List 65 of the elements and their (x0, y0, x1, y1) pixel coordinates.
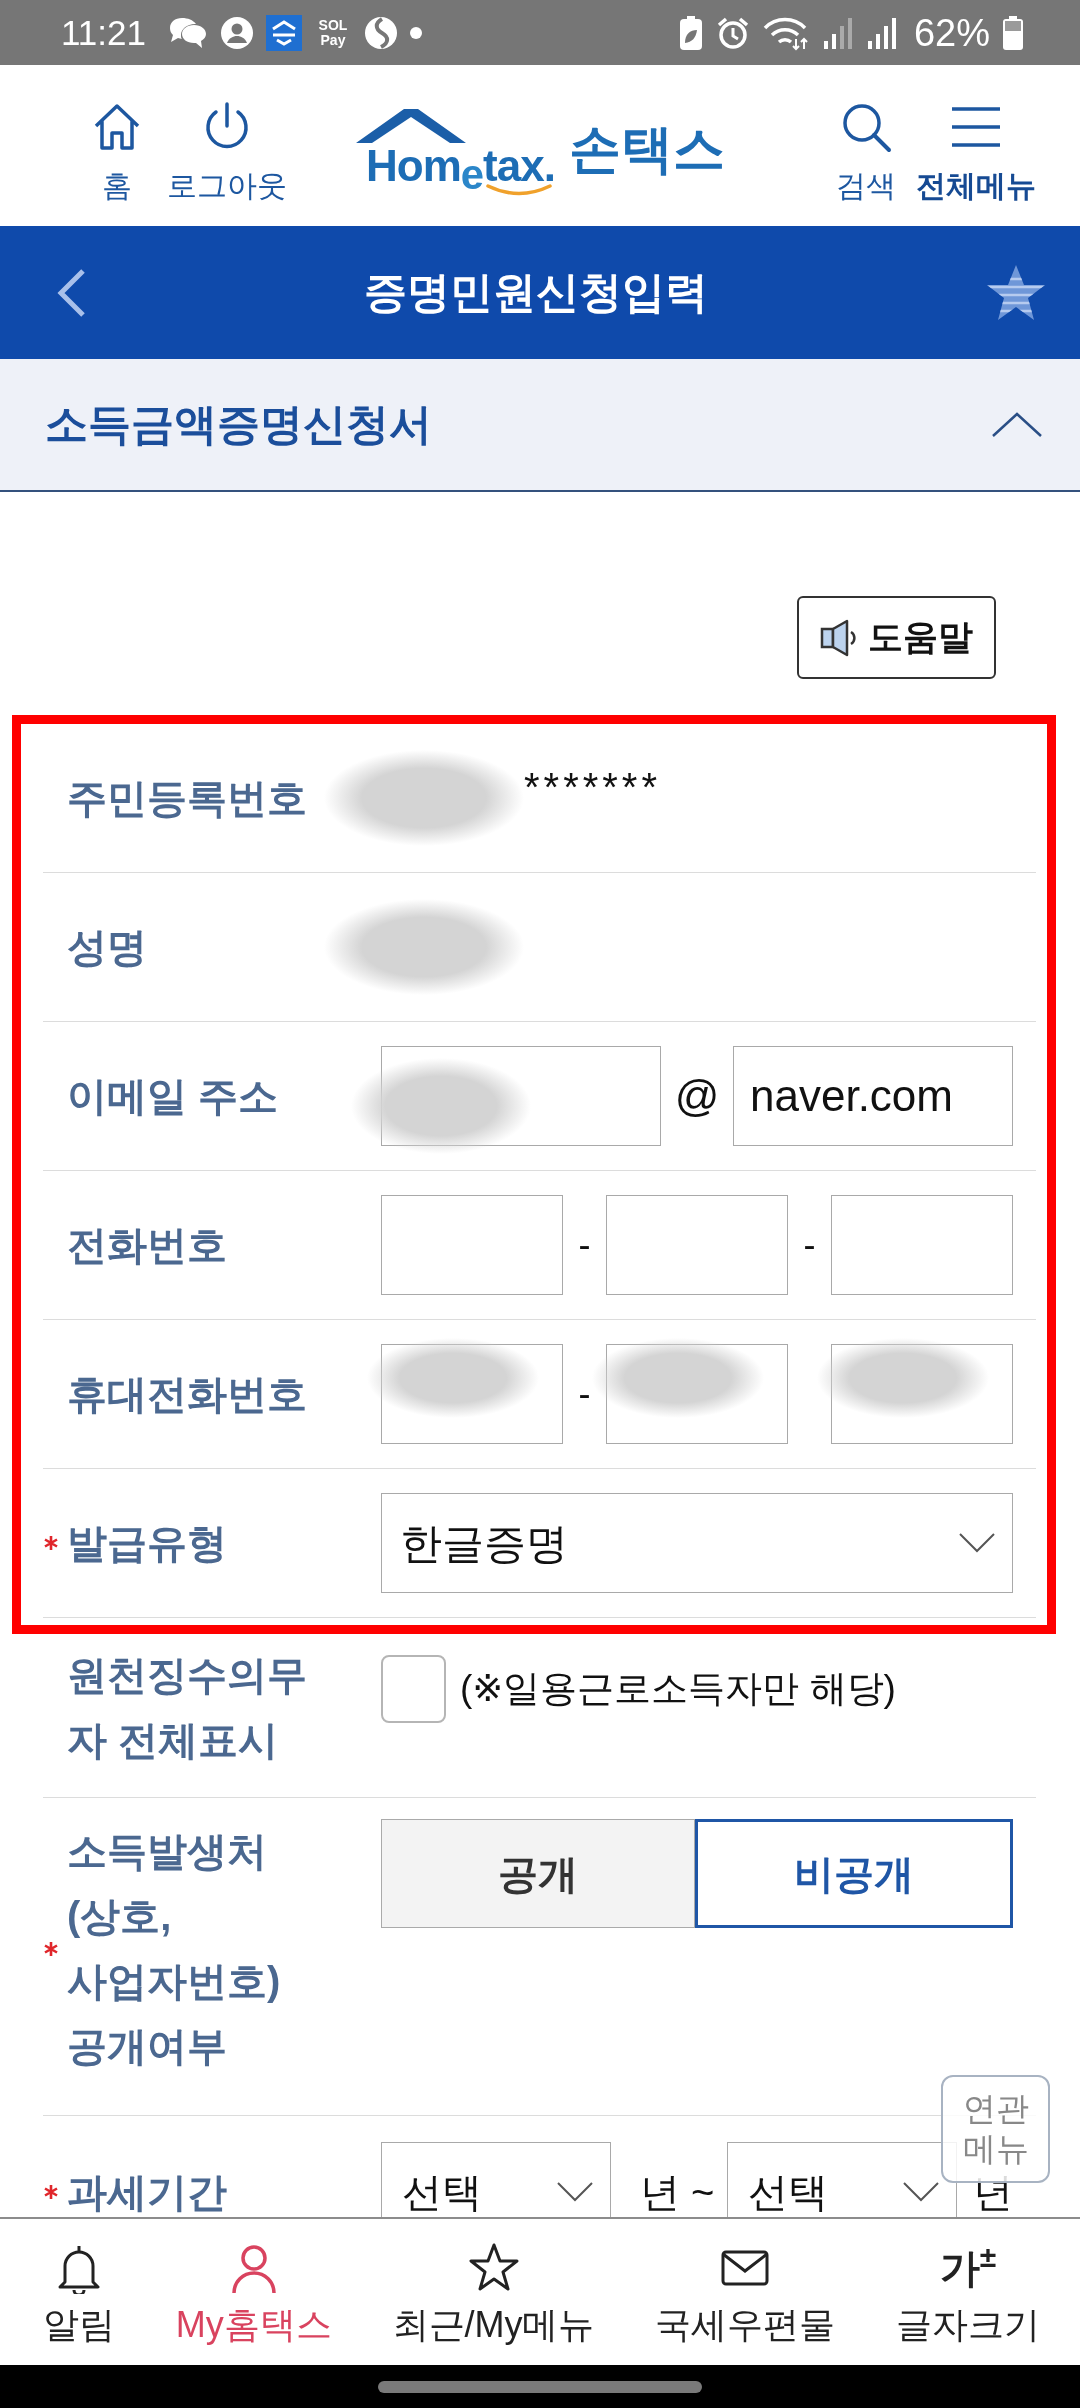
dash-separator: - (802, 1223, 817, 1267)
phone-number-field[interactable] (381, 1344, 563, 1444)
back-chevron-icon[interactable] (55, 267, 87, 318)
search-button[interactable]: 검색 (836, 101, 896, 206)
nav-tab[interactable]: 최근/My메뉴 (392, 2242, 595, 2347)
phone-number-field[interactable] (831, 1195, 1013, 1295)
bank-app-icon (266, 14, 302, 51)
phone-number-field[interactable] (381, 1195, 563, 1295)
note-text: (※일용근로소득자만 해당) (460, 1667, 896, 1712)
year-dropdown[interactable]: 선택 (727, 2142, 957, 2217)
field-label: 주민등록번호 (67, 774, 308, 822)
clock-time: 11:21 (61, 15, 146, 50)
chevron-down-icon (958, 1532, 996, 1554)
profile-icon (220, 15, 254, 50)
phone-number-field[interactable] (606, 1344, 788, 1444)
year-dropdown[interactable]: 선택 (381, 2142, 611, 2217)
gesture-handle[interactable] (378, 2381, 702, 2393)
swirl-logo-icon (364, 15, 398, 50)
field-label: 소득발생처 (상호, 사업자번호) 공개여부 (67, 1828, 282, 2070)
field-label: 이메일 주소 (67, 1072, 280, 1120)
nav-tab[interactable]: My홈택스 (175, 2242, 332, 2347)
search-icon (840, 101, 892, 153)
notification-dot-icon (410, 26, 422, 39)
section-title: 소득금액증명신청서 (45, 399, 432, 451)
dash-separator: - (577, 1223, 592, 1267)
app-logo-text: SOL Pay (317, 17, 349, 48)
field-label: 과세기간 (67, 2168, 228, 2216)
dropdown-field[interactable]: 한글증명 (381, 1493, 1013, 1593)
chevron-down-icon (555, 2181, 594, 2203)
nav-tab[interactable]: 국세우편물 (655, 2242, 836, 2347)
battery-percent: 62% (913, 13, 990, 52)
unit-text: 년 ~ (638, 2169, 716, 2216)
field-value: ******* (524, 767, 661, 807)
field-label: 성명 (67, 923, 148, 971)
at-sign: @ (673, 1070, 721, 1122)
email-id-field[interactable] (381, 1046, 661, 1146)
logo-smile-icon (486, 183, 552, 197)
toggle-option[interactable]: 비공개 (695, 1819, 1013, 1928)
email-domain-field[interactable]: naver.com (733, 1046, 1013, 1146)
field-label: 휴대전화번호 (67, 1370, 308, 1418)
phone-number-field[interactable] (831, 1344, 1013, 1444)
checkbox[interactable] (381, 1655, 446, 1723)
logo-roof-icon (356, 107, 466, 143)
field-label: 원천징수의무자 전체표시 (67, 1652, 308, 1764)
chevron-down-icon (902, 2181, 940, 2203)
nav-tab[interactable]: 가$^{±}$ 글자크기 (896, 2242, 1040, 2347)
logout-button[interactable]: 로그아웃 (167, 101, 287, 206)
toggle-option[interactable]: 공개 (381, 1819, 695, 1928)
battery-saver-icon (677, 14, 704, 51)
menu-button[interactable]: 전체메뉴 (916, 101, 1036, 206)
page-title: 증명민원신청입력 (364, 267, 708, 319)
field-label: 전화번호 (67, 1221, 228, 1269)
text-size-icon: 가$^{±}$ (939, 2242, 997, 2294)
field-label: 발급유형 (67, 1519, 228, 1567)
help-button[interactable]: 도움말 (797, 596, 996, 679)
battery-icon (1002, 14, 1024, 51)
section-header[interactable]: 소득금액증명신청서 (0, 359, 1080, 492)
phone-number-field[interactable] (606, 1195, 788, 1295)
chat-icon (168, 15, 208, 50)
chevron-up-icon[interactable] (991, 410, 1043, 439)
logo-name: 손택스 (568, 119, 725, 179)
home-button[interactable]: 홈 (91, 101, 143, 206)
related-menu-button[interactable]: 연관메뉴 (941, 2075, 1050, 2183)
dash-separator: - (577, 1372, 592, 1416)
nav-tab[interactable]: 알림 (43, 2242, 115, 2347)
